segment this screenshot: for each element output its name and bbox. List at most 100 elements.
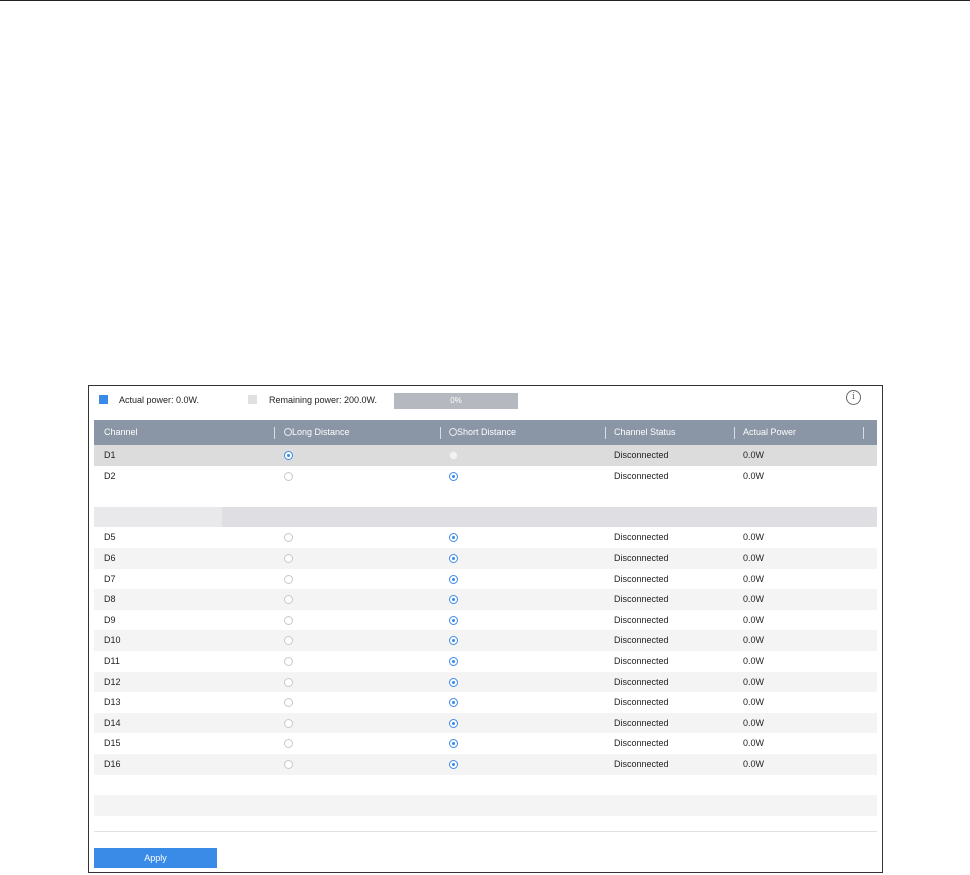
header-divider [605, 427, 606, 439]
channel-name: D15 [104, 738, 121, 749]
channel-name: D16 [104, 758, 121, 769]
long-distance-radio[interactable] [284, 615, 293, 625]
short-distance-radio[interactable] [449, 759, 458, 769]
short-distance-radio[interactable] [449, 739, 458, 749]
header-long-distance[interactable]: Long Distance [284, 420, 350, 445]
header-divider [440, 427, 441, 439]
channel-status: Disconnected [614, 697, 669, 708]
short-distance-radio[interactable] [449, 553, 458, 563]
blank-row-segment [94, 506, 222, 528]
long-distance-radio[interactable] [284, 533, 293, 543]
channel-status: Disconnected [614, 450, 669, 460]
actual-power-value: 0.0W [743, 532, 765, 543]
short-distance-all-radio[interactable] [449, 428, 457, 436]
header-channel[interactable]: Channel [104, 420, 138, 445]
channel-name: D11 [104, 655, 120, 666]
channel-status: Disconnected [614, 532, 669, 543]
channel-status: Disconnected [614, 655, 669, 666]
long-distance-radio[interactable] [284, 739, 293, 749]
channel-status: Disconnected [614, 738, 669, 749]
info-icon[interactable]: i [846, 390, 861, 405]
power-summary: Actual power: 0.0W. Remaining power: 200… [89, 386, 884, 416]
long-distance-radio[interactable] [284, 759, 293, 769]
actual-power-value: 0.0W [743, 738, 765, 749]
actual-power-value: 0.0W [743, 717, 765, 728]
long-distance-radio[interactable] [284, 718, 293, 728]
table-header: Channel Long Distance Short Distance Cha… [94, 420, 877, 445]
channel-status: Disconnected [614, 594, 669, 605]
actual-power-value: 0.0W [743, 635, 765, 646]
actual-power-value: 0.0W [743, 676, 765, 687]
long-distance-radio[interactable] [284, 636, 293, 646]
channel-status: Disconnected [614, 676, 669, 687]
table-bottom-rule [94, 831, 877, 832]
remaining-power-swatch [248, 395, 257, 404]
power-usage-progress-bar: 0% [394, 393, 518, 409]
long-distance-radio[interactable] [284, 698, 293, 708]
actual-power-value: 0.0W [743, 573, 765, 584]
table-row[interactable]: D16 Disconnected 0.0W [94, 753, 877, 775]
table-row[interactable]: D14 Disconnected 0.0W [94, 712, 877, 734]
actual-power-value: 0.0W [743, 594, 765, 605]
long-distance-radio[interactable] [284, 553, 293, 563]
table-row[interactable]: D11 Disconnected 0.0W [94, 651, 877, 672]
channel-name: D6 [104, 552, 116, 563]
channel-name: D9 [104, 614, 116, 625]
header-long-distance-label: Long Distance [292, 427, 350, 437]
table-row[interactable]: D13 Disconnected 0.0W [94, 692, 877, 713]
remaining-power-label: Remaining power: 200.0W. [269, 395, 378, 405]
header-short-distance[interactable]: Short Distance [449, 420, 516, 445]
channel-status: Disconnected [614, 635, 669, 646]
table-row[interactable]: D6 Disconnected 0.0W [94, 547, 877, 569]
short-distance-radio[interactable] [449, 574, 458, 584]
table-body-main: D5 Disconnected 0.0W D6 Disconnected 0.0W D7 Di… [94, 527, 877, 775]
actual-power-swatch [99, 395, 108, 404]
table-row[interactable]: D7 Disconnected 0.0W [94, 569, 877, 590]
channel-name: D12 [104, 676, 121, 687]
header-channel-status[interactable]: Channel Status [614, 420, 676, 445]
actual-power-value: 0.0W [743, 450, 765, 460]
top-divider [0, 0, 970, 1]
table-row[interactable]: D8 Disconnected 0.0W [94, 589, 877, 610]
short-distance-radio[interactable] [449, 718, 458, 728]
table-row[interactable]: D9 Disconnected 0.0W [94, 610, 877, 631]
short-distance-radio[interactable] [449, 698, 458, 708]
table-row[interactable]: D10 Disconnected 0.0W [94, 630, 877, 651]
header-divider [734, 427, 735, 439]
short-distance-radio[interactable] [449, 533, 458, 543]
actual-power-value: 0.0W [743, 614, 765, 625]
empty-row [94, 774, 877, 796]
channel-status: Disconnected [614, 614, 669, 625]
long-distance-radio[interactable] [284, 471, 293, 481]
channel-name: D13 [104, 697, 121, 708]
long-distance-radio[interactable] [284, 574, 293, 584]
empty-row [94, 795, 877, 816]
short-distance-radio[interactable] [449, 677, 458, 687]
short-distance-radio[interactable] [449, 471, 458, 481]
short-distance-radio[interactable] [449, 451, 458, 460]
long-distance-radio[interactable] [284, 595, 293, 605]
header-short-distance-label: Short Distance [457, 427, 517, 437]
poe-power-panel: Actual power: 0.0W. Remaining power: 200… [88, 385, 883, 873]
header-actual-power[interactable]: Actual Power [743, 420, 796, 445]
channel-status: Disconnected [614, 717, 669, 728]
actual-power-value: 0.0W [743, 697, 765, 708]
long-distance-all-radio[interactable] [284, 428, 292, 436]
short-distance-radio[interactable] [449, 615, 458, 625]
table-row[interactable]: D1 Disconnected 0.0W [94, 445, 877, 466]
table-row[interactable]: D12 Disconnected 0.0W [94, 671, 877, 693]
long-distance-radio[interactable] [284, 677, 293, 687]
table-row[interactable]: D5 Disconnected 0.0W [94, 527, 877, 548]
long-distance-radio[interactable] [284, 656, 293, 666]
table-row[interactable]: D2 Disconnected 0.0W [94, 466, 877, 487]
long-distance-radio[interactable] [284, 451, 293, 460]
channel-status: Disconnected [614, 470, 669, 481]
channel-name: D14 [104, 717, 121, 728]
short-distance-radio[interactable] [449, 656, 458, 666]
table-row[interactable]: D15 Disconnected 0.0W [94, 733, 877, 754]
power-usage-percent: 0% [450, 396, 462, 405]
blank-row [94, 486, 877, 507]
short-distance-radio[interactable] [449, 595, 458, 605]
apply-button[interactable]: Apply [94, 848, 217, 868]
short-distance-radio[interactable] [449, 636, 458, 646]
